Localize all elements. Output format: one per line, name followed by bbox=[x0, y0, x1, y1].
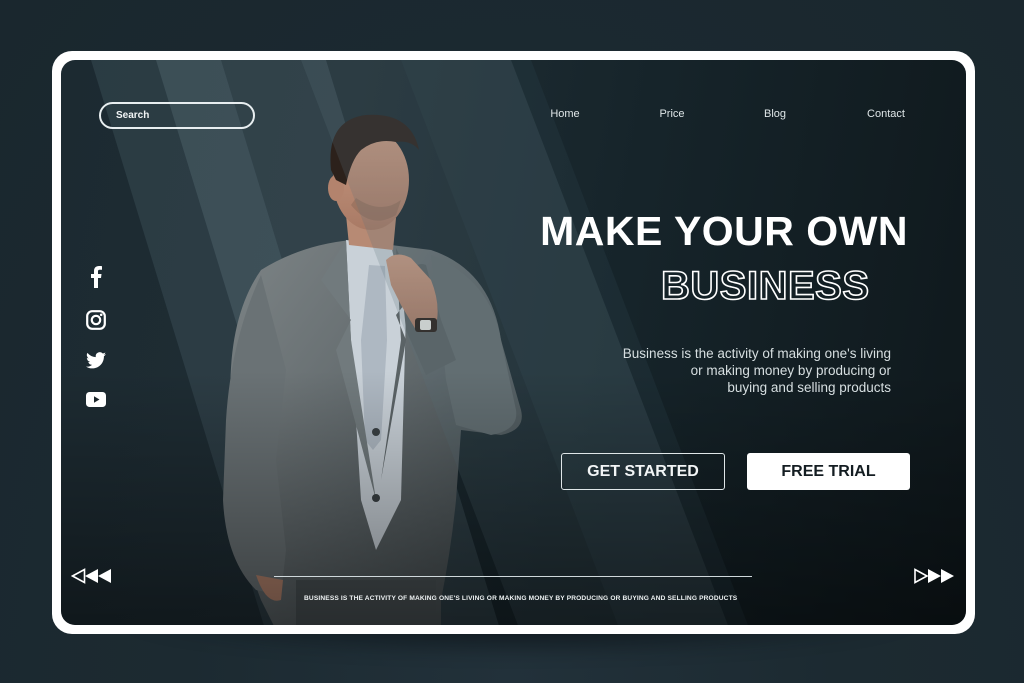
footer-divider bbox=[274, 576, 752, 577]
nav-item-home[interactable]: Home bbox=[550, 108, 579, 120]
description-line: Business is the activity of making one's… bbox=[622, 346, 891, 361]
youtube-icon[interactable] bbox=[85, 388, 107, 410]
nav-item-price[interactable]: Price bbox=[659, 108, 684, 120]
nav-item-blog[interactable]: Blog bbox=[764, 108, 786, 120]
instagram-icon[interactable] bbox=[85, 309, 107, 331]
fast-forward-icon bbox=[914, 568, 954, 584]
nav-item-contact[interactable]: Contact bbox=[867, 108, 905, 120]
rewind-icon bbox=[71, 568, 111, 584]
description-line: or making money by producing or bbox=[690, 363, 891, 378]
vignette bbox=[61, 60, 966, 625]
main-nav: Home Price Blog Contact bbox=[61, 108, 966, 124]
next-slide-button[interactable] bbox=[913, 568, 955, 584]
hero-description: Business is the activity of making one's… bbox=[571, 345, 891, 396]
facebook-icon[interactable] bbox=[85, 266, 107, 288]
hero-headline: MAKE YOUR OWN bbox=[540, 208, 908, 254]
previous-slide-button[interactable] bbox=[71, 568, 113, 584]
get-started-button[interactable]: GET STARTED bbox=[561, 453, 725, 490]
description-line: buying and selling products bbox=[727, 380, 891, 395]
landing-page: Search Home Price Blog Contact MAKE YOUR… bbox=[61, 60, 966, 625]
footer-tagline: BUSINESS IS THE ACTIVITY OF MAKING ONE'S… bbox=[304, 595, 738, 602]
twitter-icon[interactable] bbox=[85, 349, 107, 371]
device-frame: Search Home Price Blog Contact MAKE YOUR… bbox=[52, 51, 975, 634]
free-trial-button[interactable]: FREE TRIAL bbox=[747, 453, 910, 490]
hero-headline-outline: BUSINESS bbox=[660, 263, 870, 309]
